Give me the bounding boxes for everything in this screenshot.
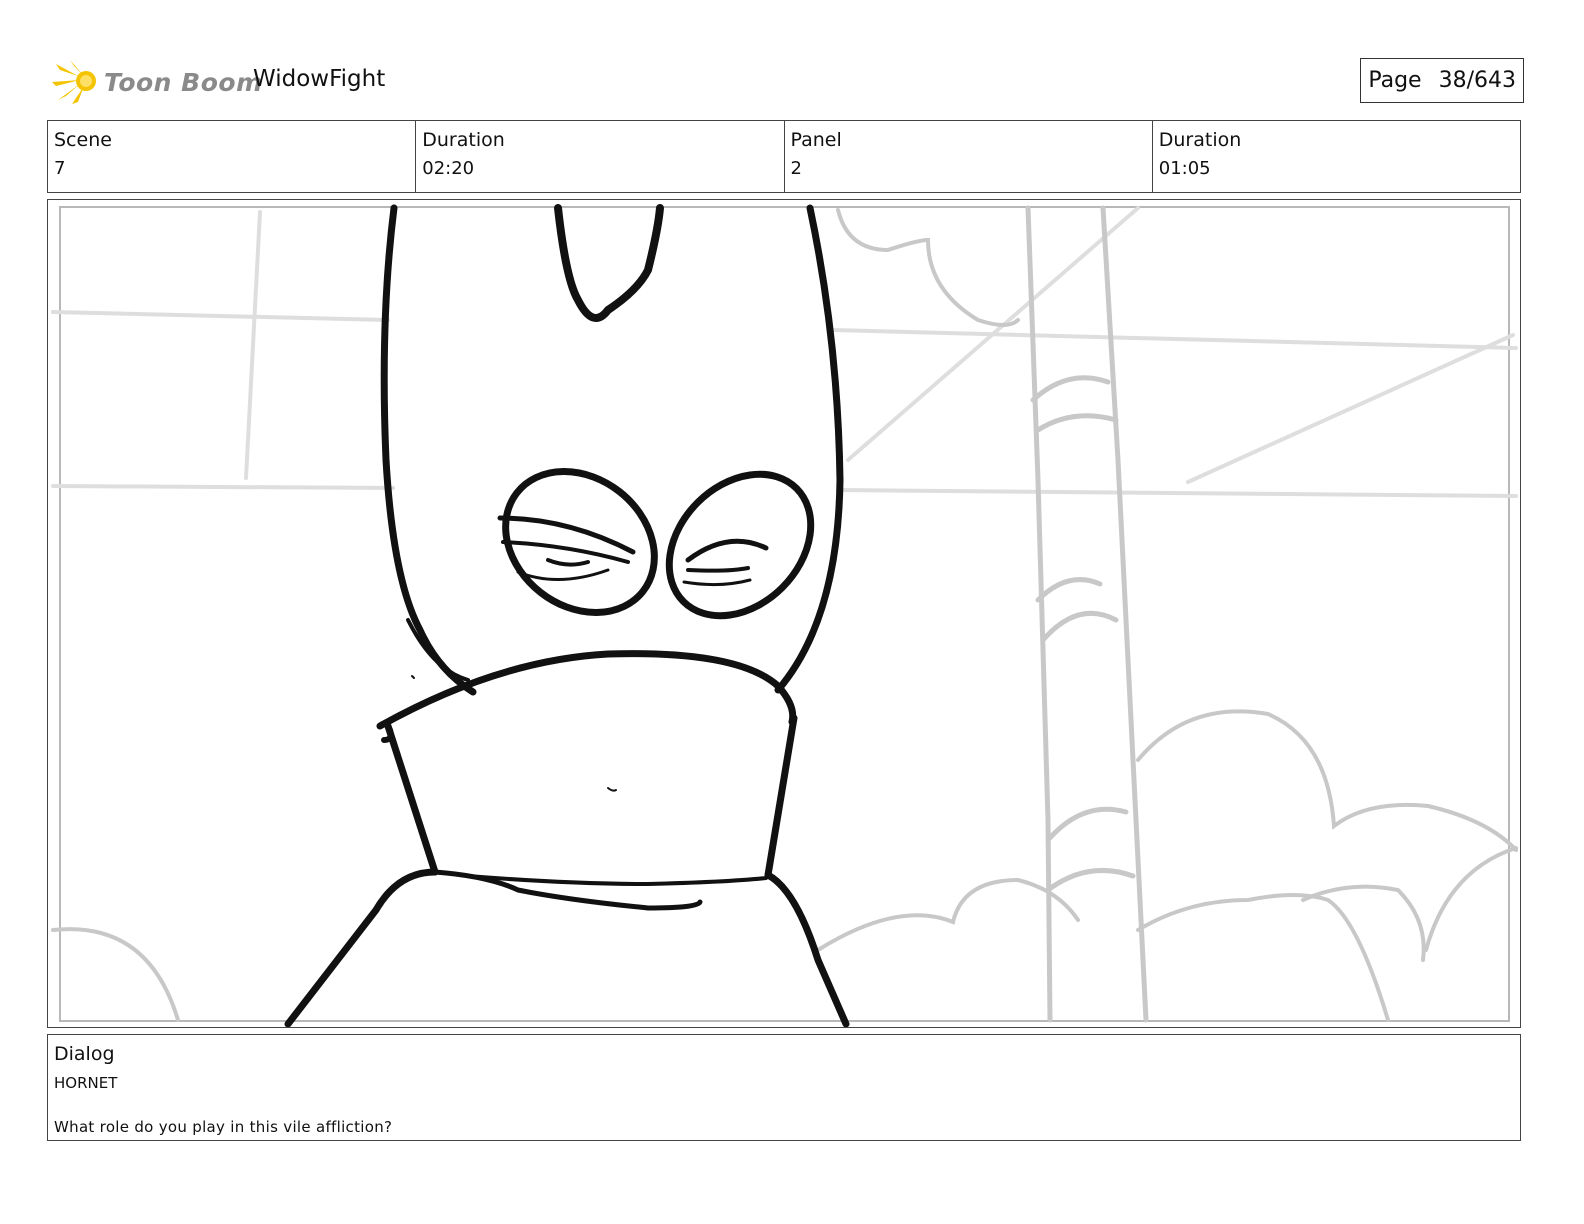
dialog-box: Dialog HORNET What role do you play in t… [47, 1034, 1521, 1141]
page-indicator: Page 38/643 [1360, 58, 1524, 103]
panel-cell: Panel 2 [785, 121, 1153, 192]
scene-duration-label: Duration [422, 129, 505, 151]
toon-boom-logo: Toon Boom [50, 56, 263, 108]
page-number: 38/643 [1438, 68, 1516, 93]
background-clouds [51, 208, 1518, 1022]
scene-duration-cell: Duration 02:20 [416, 121, 785, 192]
scene-value: 7 [54, 158, 66, 179]
background-poles [1025, 205, 1149, 1023]
panel-duration-value: 01:05 [1158, 158, 1211, 179]
storyboard-sketch-image [51, 204, 1518, 1027]
scene-duration-value: 02:20 [422, 158, 475, 179]
panel-value: 2 [790, 158, 802, 179]
scene-info-row: Scene 7 Duration 02:20 Panel 2 Duration … [47, 120, 1521, 193]
storyboard-panel [47, 199, 1521, 1028]
page-label: Page [1368, 68, 1422, 93]
scene-label: Scene [54, 129, 112, 151]
project-title: WidowFight [253, 66, 386, 92]
dialog-speaker: HORNET [54, 1074, 118, 1092]
panel-duration-label: Duration [1158, 129, 1242, 151]
page-header: Toon Boom WidowFight Page 38/643 [50, 56, 1524, 108]
background-grid [51, 206, 1518, 498]
panel-duration-cell: Duration 01:05 [1153, 121, 1520, 192]
scene-cell: Scene 7 [48, 121, 417, 192]
logo-text: Toon Boom [104, 67, 263, 97]
panel-label: Panel [790, 129, 842, 151]
safe-frame [59, 206, 1510, 1022]
dialog-line: What role do you play in this vile affli… [54, 1118, 393, 1136]
character-hornet [284, 204, 850, 1027]
dialog-label: Dialog [54, 1043, 115, 1065]
starburst-icon [52, 60, 96, 104]
